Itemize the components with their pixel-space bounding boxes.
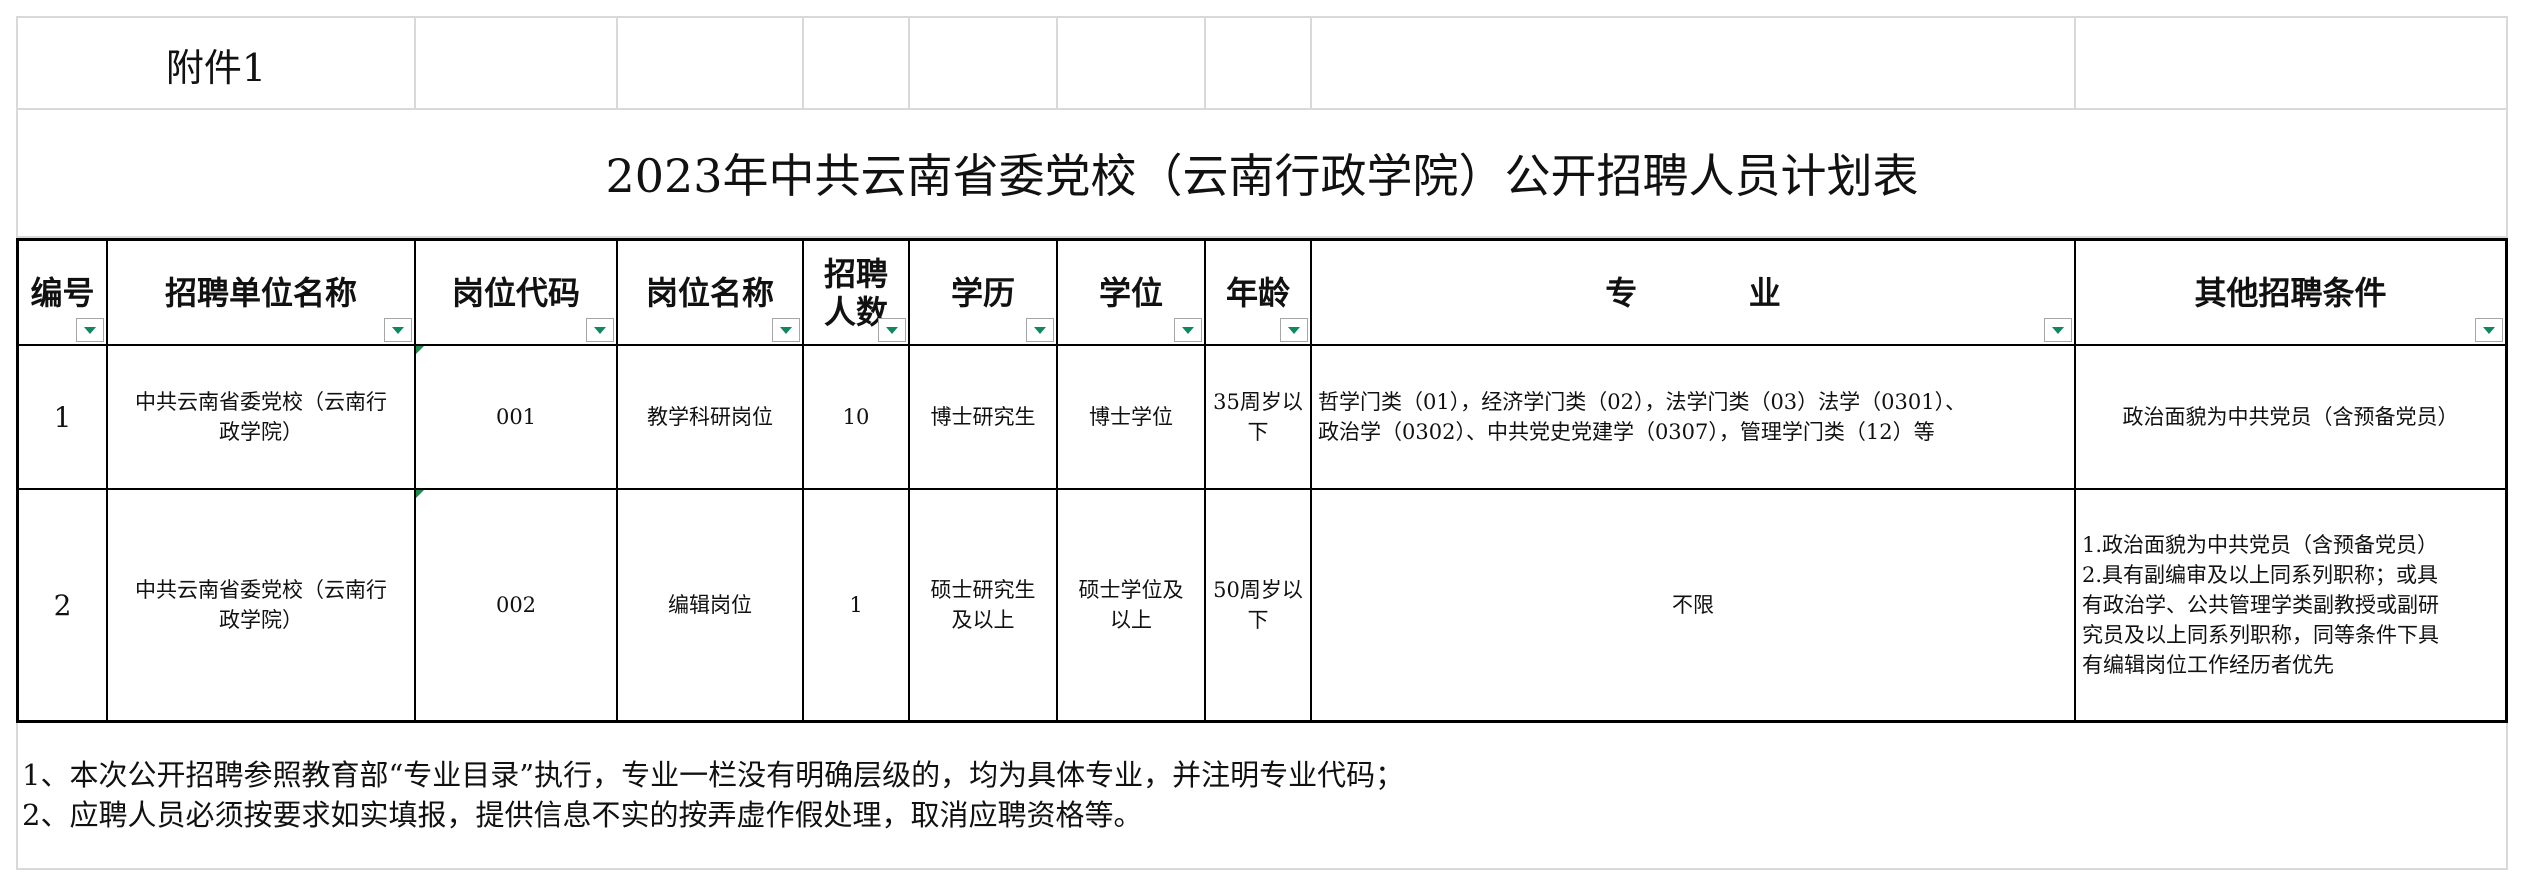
- dropdown-arrow-icon: [1034, 326, 1046, 334]
- row2-age: 50周岁以 下: [1206, 490, 1310, 720]
- row1-major-line2: 政治学（0302）、中共党史党建学（0307），管理学门类（12）等: [1318, 420, 1935, 444]
- row1-age: 35周岁以 下: [1206, 346, 1310, 488]
- filter-dropdown-education[interactable]: [1026, 318, 1054, 342]
- filter-dropdown-age[interactable]: [1280, 318, 1308, 342]
- row1-code: 001: [495, 405, 537, 429]
- row2-no: 2: [53, 588, 72, 622]
- note-1: 1、本次公开招聘参照教育部“专业目录”执行，专业一栏没有明确层级的，均为具体专业…: [22, 758, 1405, 792]
- row2-unit-line1: 中共云南省委党校（云南行: [135, 578, 387, 602]
- row1-education: 博士研究生: [930, 405, 1036, 429]
- row1-degree: 博士学位: [1089, 405, 1173, 429]
- filter-dropdown-code[interactable]: [586, 318, 614, 342]
- row2-education: 硕士研究生 及以上: [910, 490, 1056, 720]
- table-border: [16, 720, 2508, 723]
- row1-unit-line1: 中共云南省委党校（云南行: [135, 390, 387, 414]
- spreadsheet: 附件1 2023年中共云南省委党校（云南行政学院）公开招聘人员计划表 编号 招聘…: [0, 0, 2524, 884]
- row2-other-line5: 有编辑岗位工作经历者优先: [2082, 653, 2334, 677]
- page-title: 2023年中共云南省委党校（云南行政学院）公开招聘人员计划表: [605, 149, 1919, 203]
- dropdown-arrow-icon: [780, 326, 792, 334]
- row2-other: 1.政治面貌为中共党员（含预备党员） 2.具有副编审及以上同系列职称；或具 有政…: [2076, 490, 2505, 720]
- row2-other-line4: 究员及以上同系列职称，同等条件下具: [2082, 623, 2439, 647]
- gridline: [1204, 16, 1206, 110]
- dropdown-arrow-icon: [1288, 326, 1300, 334]
- gridline: [616, 16, 618, 110]
- row1-other: 政治面貌为中共党员（含预备党员）: [2122, 405, 2459, 429]
- row2-degree: 硕士学位及 以上: [1058, 490, 1204, 720]
- row2-other-line2: 2.具有副编审及以上同系列职称；或具: [2082, 563, 2439, 587]
- row1-age-line2: 下: [1247, 420, 1269, 444]
- row2-education-line1: 硕士研究生: [930, 578, 1036, 602]
- header-unit: 招聘单位名称: [164, 273, 357, 312]
- dropdown-arrow-icon: [392, 326, 404, 334]
- filter-dropdown-unit[interactable]: [384, 318, 412, 342]
- filter-dropdown-count[interactable]: [878, 318, 906, 342]
- filter-dropdown-no[interactable]: [76, 318, 104, 342]
- row2-count: 1: [849, 593, 863, 617]
- row2-code: 002: [495, 593, 537, 617]
- row2-education-line2: 及以上: [951, 608, 1015, 632]
- row1-major: 哲学门类（01），经济学门类（02），法学门类（03）法学（0301）、 政治学…: [1312, 346, 2074, 488]
- table-border: [2505, 238, 2508, 723]
- row2-other-line3: 有政治学、公共管理学类副教授或副研: [2082, 593, 2439, 617]
- row2-name: 编辑岗位: [668, 593, 752, 617]
- filter-dropdown-name[interactable]: [772, 318, 800, 342]
- note-2: 2、应聘人员必须按要求如实填报，提供信息不实的按弄虚作假处理，取消应聘资格等。: [22, 798, 1143, 832]
- row2-unit: 中共云南省委党校（云南行 政学院）: [108, 490, 414, 720]
- gridline: [16, 868, 2508, 870]
- row1-unit-line2: 政学院）: [219, 420, 303, 444]
- row1-unit: 中共云南省委党校（云南行 政学院）: [108, 346, 414, 488]
- dropdown-arrow-icon: [594, 326, 606, 334]
- dropdown-arrow-icon: [886, 326, 898, 334]
- filter-dropdown-major[interactable]: [2044, 318, 2072, 342]
- gridline: [908, 16, 910, 110]
- row2-degree-line2: 以上: [1110, 608, 1152, 632]
- gridline: [1310, 16, 1312, 110]
- row1-age-line1: 35周岁以: [1213, 390, 1303, 414]
- row1-count: 10: [842, 405, 870, 429]
- notes: 1、本次公开招聘参照教育部“专业目录”执行，专业一栏没有明确层级的，均为具体专业…: [22, 755, 2492, 835]
- dropdown-arrow-icon: [84, 326, 96, 334]
- gridline: [802, 16, 804, 110]
- dropdown-arrow-icon: [2483, 326, 2495, 334]
- row2-other-line1: 1.政治面貌为中共党员（含预备党员）: [2082, 533, 2439, 557]
- filter-dropdown-other[interactable]: [2475, 318, 2503, 342]
- header-other: 其他招聘条件: [2194, 273, 2387, 312]
- dropdown-arrow-icon: [1182, 326, 1194, 334]
- dropdown-arrow-icon: [2052, 326, 2064, 334]
- row1-name: 教学科研岗位: [647, 405, 773, 429]
- row2-age-line1: 50周岁以: [1213, 578, 1303, 602]
- header-major: 专 业: [1605, 273, 1781, 312]
- row1-major-line1: 哲学门类（01），经济学门类（02），法学门类（03）法学（0301）、: [1318, 390, 1967, 414]
- filter-dropdown-degree[interactable]: [1174, 318, 1202, 342]
- row2-age-line2: 下: [1247, 608, 1269, 632]
- row2-unit-line2: 政学院）: [219, 608, 303, 632]
- row1-no: 1: [53, 400, 72, 434]
- header-count-line1: 招聘: [823, 254, 888, 293]
- gridline: [1056, 16, 1058, 110]
- row2-degree-line1: 硕士学位及: [1078, 578, 1184, 602]
- row2-major: 不限: [1672, 593, 1714, 617]
- attachment-label: 附件1: [165, 45, 267, 90]
- gridline: [2074, 16, 2076, 110]
